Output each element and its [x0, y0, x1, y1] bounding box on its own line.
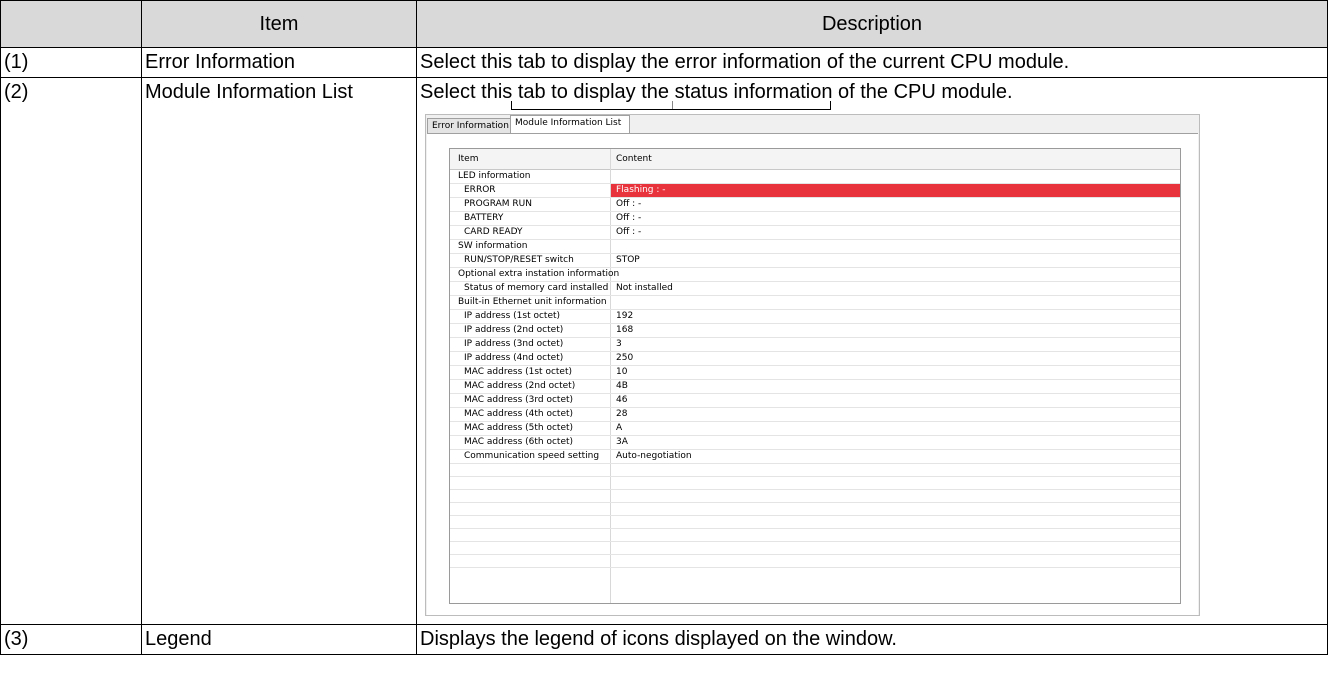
grid-rows: LED information ERROR Flashing : - PROGRAM …: [450, 170, 1180, 568]
grid-row[interactable]: Communication speed setting Auto-negotiat…: [450, 450, 1180, 464]
module-info-screenshot: Error Information Module Information Lis…: [425, 101, 1200, 617]
header-number: [0, 0, 142, 48]
grid-row[interactable]: RUN/STOP/RESET switch STOP: [450, 254, 1180, 268]
grid-row[interactable]: BATTERY Off : -: [450, 212, 1180, 226]
header-item: Item: [141, 0, 417, 48]
grid-row-item: PROGRAM RUN: [464, 199, 532, 209]
row-description: Select this tab to display the error inf…: [416, 47, 1328, 78]
grid-header: Item Content: [450, 149, 1180, 170]
table-row: (1) Error Information Select this tab to…: [0, 47, 1328, 78]
grid-row-item: RUN/STOP/RESET switch: [464, 255, 574, 265]
grid-row-item: LED information: [458, 171, 531, 181]
grid-row-item: SW information: [458, 241, 528, 251]
grid-header-content: Content: [616, 154, 652, 164]
grid-row-content: 46: [616, 395, 628, 405]
grid-row-item: MAC address (3rd octet): [464, 395, 574, 405]
grid-empty-row: [450, 542, 1180, 555]
window-frame: Error Information Module Information Lis…: [425, 114, 1200, 616]
grid-row-content: 192: [616, 311, 634, 321]
grid-row[interactable]: IP address (1st octet) 192: [450, 310, 1180, 324]
grid-row-item: IP address (4nd octet): [464, 353, 564, 363]
grid-row-content: 4B: [616, 381, 628, 391]
grid-row-item: MAC address (5th octet): [464, 423, 574, 433]
grid-row[interactable]: IP address (3nd octet) 3: [450, 338, 1180, 352]
grid-row-item: IP address (1st octet): [464, 311, 561, 321]
grid-empty-row: [450, 529, 1180, 542]
grid-row[interactable]: MAC address (4th octet) 28: [450, 408, 1180, 422]
row-description: Select this tab to display the status in…: [416, 77, 1328, 625]
grid-empty-row: [450, 555, 1180, 568]
table-row: (3) Legend Displays the legend of icons …: [0, 624, 1328, 655]
row-number: (3): [0, 624, 142, 655]
row-item: Legend: [141, 624, 417, 655]
row-number-text: (2): [4, 81, 29, 103]
grid-row[interactable]: Built-in Ethernet unit information: [450, 296, 1180, 310]
grid-row[interactable]: IP address (4nd octet) 250: [450, 352, 1180, 366]
grid-row-content: STOP: [616, 255, 640, 265]
grid-row-content: 10: [616, 367, 628, 377]
grid-row[interactable]: LED information: [450, 170, 1180, 184]
grid-row-content: 3A: [616, 437, 628, 447]
grid-row[interactable]: ERROR Flashing : -: [450, 184, 1180, 198]
grid-row-item: IP address (2nd octet): [464, 325, 564, 335]
callout-bracket: [511, 101, 831, 110]
grid-row[interactable]: MAC address (5th octet) A: [450, 422, 1180, 436]
grid-row-item: Built-in Ethernet unit information: [458, 297, 607, 307]
grid-empty-row: [450, 516, 1180, 529]
header-description: Description: [416, 0, 1328, 48]
row-description: Displays the legend of icons displayed o…: [416, 624, 1328, 655]
grid-row[interactable]: Status of memory card installed Not insta…: [450, 282, 1180, 296]
module-info-grid: Item Content LED information ERROR Flashin…: [449, 148, 1181, 604]
grid-row-content: 28: [616, 409, 628, 419]
grid-empty-row: [450, 477, 1180, 490]
grid-row-item: MAC address (4th octet): [464, 409, 574, 419]
grid-row-item: MAC address (6th octet): [464, 437, 574, 447]
grid-row-item: MAC address (2nd octet): [464, 381, 576, 391]
grid-header-item: Item: [458, 154, 479, 164]
grid-row-item: IP address (3nd octet): [464, 339, 564, 349]
tab-error-information[interactable]: Error Information: [427, 118, 515, 134]
row-number: (1): [0, 47, 142, 78]
grid-row[interactable]: MAC address (6th octet) 3A: [450, 436, 1180, 450]
grid-row-content: 250: [616, 353, 634, 363]
grid-empty-row: [450, 503, 1180, 516]
grid-row-content: Not installed: [616, 283, 673, 293]
grid-row[interactable]: MAC address (2nd octet) 4B: [450, 380, 1180, 394]
grid-row-item: CARD READY: [464, 227, 523, 237]
grid-row-item: MAC address (1st octet): [464, 367, 573, 377]
row-item: Error Information: [141, 47, 417, 78]
grid-row-content: 168: [616, 325, 634, 335]
grid-empty-row: [450, 490, 1180, 503]
grid-row-item: Status of memory card installed: [464, 283, 609, 293]
row-item: Module Information List: [141, 77, 417, 625]
tab-panel: Item Content LED information ERROR Flashin…: [427, 133, 1198, 615]
grid-row-content: Auto-negotiation: [616, 451, 692, 461]
description-table: Item Description (1) Error Information S…: [0, 0, 1328, 655]
grid-row[interactable]: CARD READY Off : -: [450, 226, 1180, 240]
grid-row-content: Off : -: [616, 199, 642, 209]
grid-row[interactable]: MAC address (3rd octet) 46: [450, 394, 1180, 408]
grid-row-item: ERROR: [464, 185, 496, 195]
grid-row-content: Off : -: [616, 213, 642, 223]
grid-row[interactable]: Optional extra instation information: [450, 268, 1180, 282]
table-header-row: Item Description: [0, 0, 1328, 48]
table-row: (2) Module Information List Select this …: [0, 77, 1328, 625]
grid-row-content: Off : -: [616, 227, 642, 237]
row-item-text: Module Information List: [145, 81, 353, 103]
grid-row-content: Flashing : -: [616, 185, 666, 195]
grid-row[interactable]: IP address (2nd octet) 168: [450, 324, 1180, 338]
grid-empty-row: [450, 464, 1180, 477]
grid-row-item: Optional extra instation information: [458, 269, 620, 279]
tab-module-information-list[interactable]: Module Information List: [510, 115, 630, 134]
grid-row-item: Communication speed setting: [464, 451, 600, 461]
row-number: (2): [0, 77, 142, 625]
grid-row-content: 3: [616, 339, 622, 349]
grid-row[interactable]: MAC address (1st octet) 10: [450, 366, 1180, 380]
grid-row-item: BATTERY: [464, 213, 504, 223]
grid-row[interactable]: SW information: [450, 240, 1180, 254]
grid-row[interactable]: PROGRAM RUN Off : -: [450, 198, 1180, 212]
grid-row-content: A: [616, 423, 623, 433]
